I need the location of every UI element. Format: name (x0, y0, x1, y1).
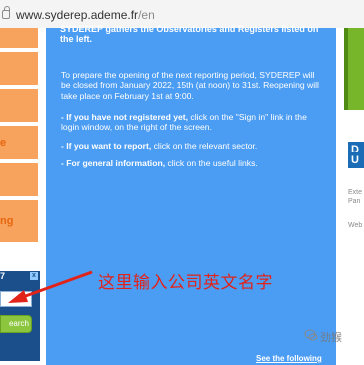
wechat-icon (304, 329, 318, 341)
annotation-text: 这里输入公司英文名字 (98, 273, 273, 293)
watermark-text: 劲猴 (320, 331, 342, 344)
annotation-arrow-icon (8, 270, 93, 303)
